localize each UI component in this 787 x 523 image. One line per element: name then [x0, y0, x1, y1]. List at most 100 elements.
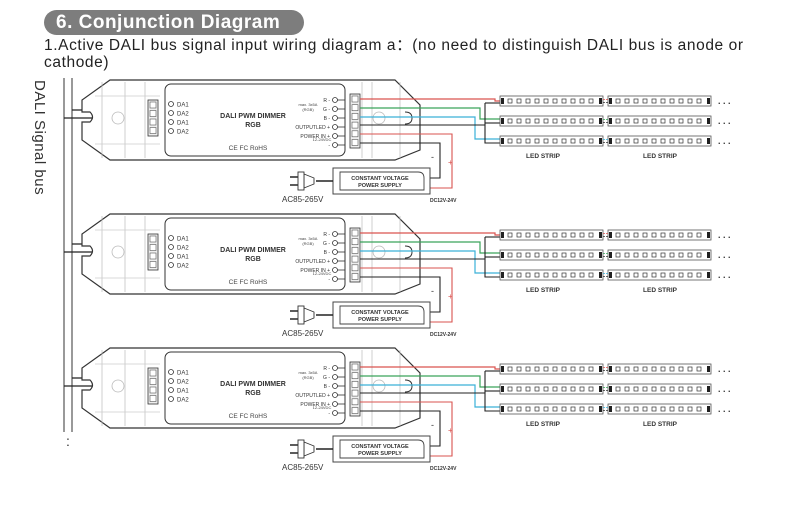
input-label-da2: DA2	[177, 130, 189, 136]
strip-connector-icon	[599, 118, 602, 124]
led-chip-icon	[534, 118, 540, 124]
input-label-da1: DA1	[177, 121, 189, 127]
led-chip-icon	[660, 366, 666, 372]
input-port-icon	[168, 128, 174, 134]
minus-sign: -	[431, 286, 434, 296]
dimmer-unit-1: DA1 DA2 DA1 DA2 DALI PWM DIMMER RGB CE FC RoHS…	[64, 79, 731, 204]
led-chip-icon	[552, 232, 558, 238]
led-chip-icon	[660, 98, 666, 104]
led-chip-icon	[570, 232, 576, 238]
led-chip-icon	[552, 366, 558, 372]
led-chip-icon	[552, 386, 558, 392]
led-chip-icon	[507, 232, 513, 238]
led-chip-icon	[660, 406, 666, 412]
led-chip-icon	[669, 406, 675, 412]
led-chip-icon	[642, 386, 648, 392]
strip-continuation: . . .	[718, 404, 731, 414]
plus-sign: +	[448, 158, 453, 167]
output-port-icon	[332, 392, 338, 398]
led-chip-icon	[633, 386, 639, 392]
led-chip-icon	[561, 138, 567, 144]
led-chip-icon	[534, 406, 540, 412]
strip-connector-icon	[707, 118, 710, 124]
led-chip-icon	[525, 386, 531, 392]
terminal-screw	[351, 363, 359, 371]
output-label: G -	[323, 375, 330, 381]
strip-connector-icon	[599, 138, 602, 144]
led-chip-icon	[615, 252, 621, 258]
led-chip-icon	[561, 406, 567, 412]
wiring-diagram: : DA1 DA2 DA1 DA2 DALI PWM DIMMER RGB CE FC RoH…	[63, 78, 731, 472]
led-chip-icon	[678, 118, 684, 124]
plug-icon	[303, 173, 315, 189]
led-chip-icon	[516, 272, 522, 278]
strip-connector-icon	[501, 98, 504, 104]
output-port-icon	[332, 258, 338, 264]
input-port-icon	[168, 253, 174, 259]
ac-voltage-label: AC85-265V	[282, 329, 324, 338]
led-chip-icon	[543, 252, 549, 258]
led-strip-label: LED STRIP	[526, 153, 561, 160]
terminal-screw	[351, 372, 359, 379]
led-chip-icon	[669, 252, 675, 258]
led-chip-icon	[534, 386, 540, 392]
led-strip-body	[607, 249, 712, 261]
strip-continuation: . . .	[718, 364, 731, 374]
led-chip-icon	[552, 98, 558, 104]
led-chip-icon	[588, 366, 594, 372]
led-chip-icon	[525, 138, 531, 144]
terminal-screw	[149, 127, 157, 134]
strip-connector-icon	[501, 118, 504, 124]
strip-connector-icon	[501, 232, 504, 238]
led-chip-icon	[615, 366, 621, 372]
strip-connector-icon	[609, 272, 612, 278]
led-chip-icon	[651, 98, 657, 104]
led-chip-icon	[534, 366, 540, 372]
led-strip	[499, 115, 604, 127]
led-chip-icon	[687, 138, 693, 144]
strip-continuation: . . .	[718, 250, 731, 260]
led-chip-icon	[696, 386, 702, 392]
terminal-screw	[351, 407, 359, 414]
led-chip-icon	[579, 272, 585, 278]
led-chip-icon	[543, 232, 549, 238]
led-chip-icon	[579, 138, 585, 144]
led-chip-icon	[543, 118, 549, 124]
led-chip-icon	[660, 118, 666, 124]
led-chip-icon	[696, 252, 702, 258]
led-chip-icon	[633, 252, 639, 258]
led-strip	[607, 403, 712, 415]
led-chip-icon	[642, 366, 648, 372]
terminal-screw	[149, 235, 157, 243]
led-chip-icon	[507, 406, 513, 412]
rating-sub: (RGB)	[302, 241, 314, 246]
led-strip	[499, 95, 604, 107]
led-chip-icon	[642, 406, 648, 412]
dimmer-unit-2: DA1 DA2 DA1 DA2 DALI PWM DIMMER RGB CE FC RoHS…	[64, 213, 731, 338]
led-strip	[607, 249, 712, 261]
led-chip-icon	[615, 386, 621, 392]
led-strip	[499, 269, 604, 281]
input-label-da1: DA1	[177, 389, 189, 395]
power-supply-label: CONSTANT VOLTAGE	[351, 176, 409, 182]
led-chip-icon	[543, 366, 549, 372]
strip-connector-icon	[609, 386, 612, 392]
led-chip-icon	[543, 272, 549, 278]
led-chip-icon	[624, 138, 630, 144]
led-chip-icon	[696, 366, 702, 372]
strip-connector-icon	[599, 252, 602, 258]
input-port-icon	[168, 369, 174, 375]
plug-icon	[303, 307, 315, 323]
strip-continuation: . . .	[718, 116, 731, 126]
plug-icon	[303, 441, 315, 457]
led-chip-icon	[579, 98, 585, 104]
strip-connector-icon	[599, 366, 602, 372]
led-chip-icon	[534, 232, 540, 238]
output-port-icon	[332, 124, 338, 130]
led-chip-icon	[570, 386, 576, 392]
led-strip	[607, 363, 712, 375]
led-strip-body	[607, 229, 712, 241]
plus-sign: +	[448, 292, 453, 301]
output-port-icon	[332, 106, 338, 112]
output-label: OUTPUTLED +	[295, 259, 330, 265]
